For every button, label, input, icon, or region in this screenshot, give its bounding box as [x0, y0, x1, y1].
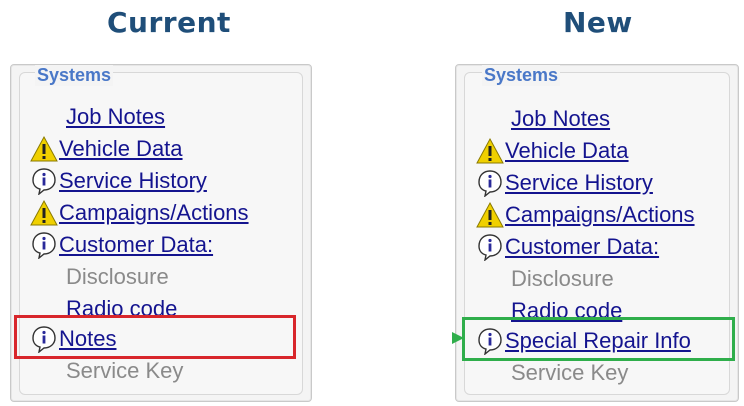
new-vehicle-data-link[interactable]: Vehicle Data — [475, 135, 629, 165]
current-notes-highlight — [14, 315, 296, 359]
current-heading: Current — [107, 6, 231, 39]
change-arrow — [296, 332, 464, 344]
info-icon — [475, 169, 505, 198]
warning-icon — [29, 135, 59, 163]
info-icon — [475, 233, 505, 262]
current-service-history-link[interactable]: Service History — [29, 165, 207, 196]
new-campaigns-actions-link[interactable]: Campaigns/Actions — [475, 199, 695, 229]
new-service-history-link[interactable]: Service History — [475, 167, 653, 198]
current-service-key-item: Service Key — [66, 358, 184, 384]
current-job-notes-link[interactable]: Job Notes — [66, 101, 165, 131]
info-icon — [29, 167, 59, 196]
new-service-key-item: Service Key — [511, 360, 629, 386]
new-job-notes-link[interactable]: Job Notes — [511, 103, 610, 133]
new-disclosure-item: Disclosure — [511, 266, 614, 292]
warning-icon — [475, 201, 505, 229]
current-vehicle-data-link[interactable]: Vehicle Data — [29, 133, 183, 163]
warning-icon — [29, 199, 59, 227]
current-customer-data-link[interactable]: Customer Data: — [29, 229, 213, 260]
new-special-repair-info-highlight — [462, 317, 735, 361]
warning-icon — [475, 137, 505, 165]
info-icon — [29, 231, 59, 260]
current-disclosure-item: Disclosure — [66, 264, 169, 290]
new-customer-data-link[interactable]: Customer Data: — [475, 231, 659, 262]
current-campaigns-actions-link[interactable]: Campaigns/Actions — [29, 197, 249, 227]
new-systems-title: Systems — [482, 65, 561, 86]
current-systems-title: Systems — [35, 65, 114, 86]
new-heading: New — [563, 6, 633, 39]
